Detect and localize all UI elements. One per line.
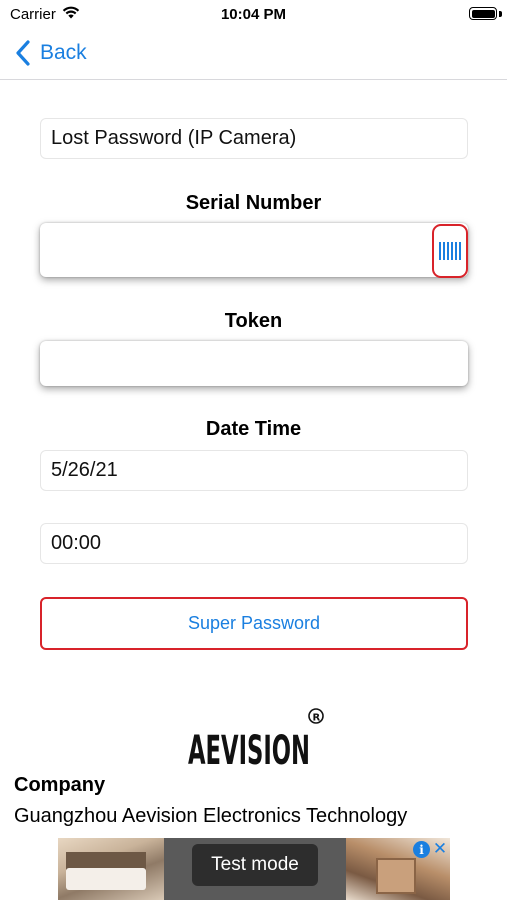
battery-icon [469,7,497,20]
barcode-icon [439,242,461,260]
test-mode-label: Test mode [192,844,318,886]
time-field[interactable]: 00:00 [40,523,468,564]
date-field[interactable]: 5/26/21 [40,450,468,491]
svg-text:AEVISION: AEVISION [188,728,310,772]
serial-number-label: Serial Number [185,192,322,214]
info-icon[interactable]: i [413,841,430,858]
token-input[interactable] [40,341,468,386]
status-bar: Carrier 10:04 PM [0,0,507,28]
close-icon[interactable]: ✕ [432,839,448,858]
time-value: 00:00 [51,532,102,554]
token-label: Token [224,310,283,332]
company-name: Guangzhou Aevision Electronics Technolog… [14,805,408,827]
aevision-logo: AEVISION R [188,708,324,772]
ad-image-left [58,838,164,900]
serial-number-input[interactable] [40,223,468,277]
navigation-bar: Back [0,28,507,80]
chevron-left-icon [16,40,30,66]
scan-barcode-button[interactable] [432,224,468,278]
svg-text:R: R [313,713,321,724]
mode-select-field[interactable]: Lost Password (IP Camera) [40,118,468,159]
super-password-label: Super Password [187,613,321,633]
back-label: Back [40,41,87,64]
battery-nub [499,11,502,17]
date-time-label: Date Time [205,418,302,440]
super-password-button[interactable]: Super Password [40,597,468,650]
date-value: 5/26/21 [51,459,118,481]
mode-select-value: Lost Password (IP Camera) [51,127,297,149]
status-time: 10:04 PM [220,6,287,23]
company-heading: Company [14,774,106,796]
back-button[interactable]: Back [14,38,87,68]
